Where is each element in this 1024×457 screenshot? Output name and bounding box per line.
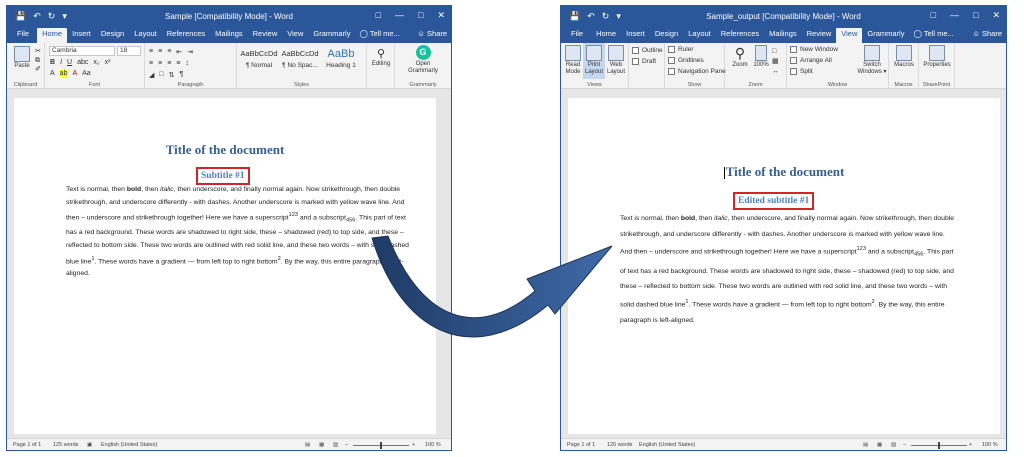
transform-arrow (371, 235, 613, 338)
arrow-shape (371, 235, 613, 338)
